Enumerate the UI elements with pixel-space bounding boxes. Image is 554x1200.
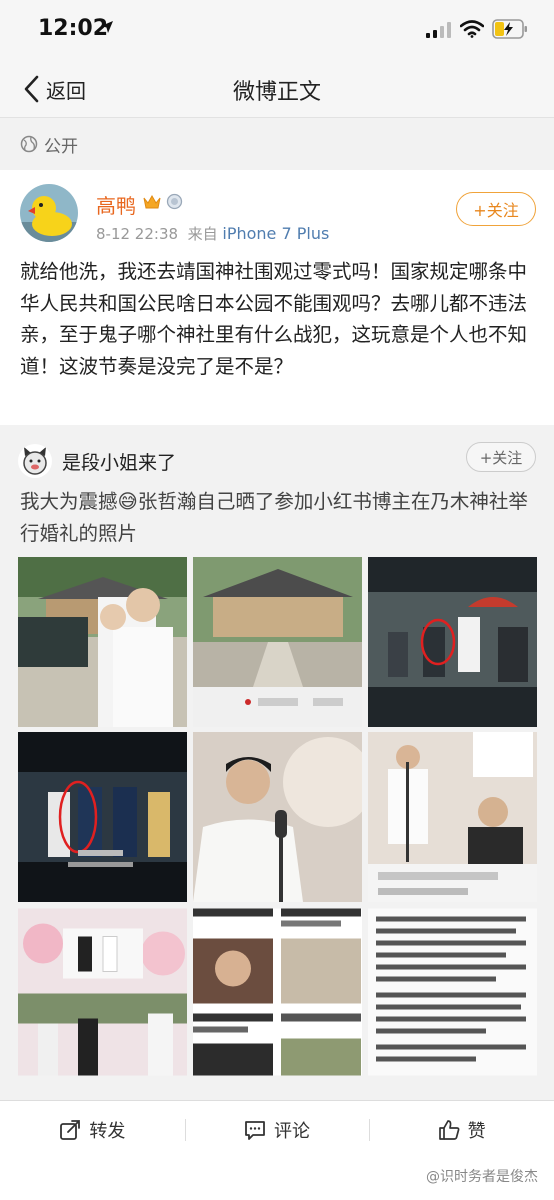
photo-thumbnail[interactable] (18, 732, 187, 902)
globe-icon (20, 135, 38, 153)
back-label: 返回 (46, 78, 86, 103)
post-meta: 8-12 22:38 来自 iPhone 7 Plus (96, 223, 329, 244)
photo-thumbnail[interactable] (193, 907, 362, 1077)
author-name[interactable]: 高鸭 (96, 190, 136, 219)
avatar[interactable] (20, 184, 78, 242)
battery-charging-icon (492, 19, 527, 39)
nav-bar: 返回 微博正文 (0, 60, 554, 118)
back-button[interactable]: 返回 (22, 74, 86, 104)
status-bar: 12:02 (0, 0, 554, 60)
source-prefix: 来自 (187, 225, 218, 243)
action-bar: 转发 评论 赞 (0, 1100, 554, 1158)
wifi-icon (460, 20, 484, 38)
vip-crown-icon (143, 194, 161, 209)
photo-thumbnail[interactable] (18, 557, 187, 727)
main-post: 高鸭 8-12 22:38 来自 iPhone 7 Plus +关注 就给他洗，… (0, 170, 554, 425)
visibility-label: 公开 (44, 136, 78, 157)
photo-thumbnail[interactable] (18, 907, 187, 1077)
repost-button[interactable]: 转发 (0, 1101, 185, 1158)
watermark: @识时务者是俊杰 (426, 1169, 538, 1185)
photo-thumbnail[interactable] (193, 732, 362, 902)
photo-thumbnail[interactable] (368, 557, 537, 727)
status-time: 12:02 (38, 16, 109, 41)
comment-button[interactable]: 评论 (184, 1101, 370, 1158)
reposted-content[interactable]: 是段小姐来了 +关注 我大为震撼😅张哲瀚自己晒了参加小红书博主在乃木神社举行婚礼… (0, 430, 554, 1095)
location-arrow-icon (101, 21, 113, 33)
thumbs-up-icon (438, 1119, 460, 1140)
comment-label: 评论 (274, 1120, 310, 1142)
repost-author-name[interactable]: 是段小姐来了 (62, 448, 176, 475)
share-icon (60, 1119, 81, 1140)
post-time: 8-12 22:38 (96, 225, 179, 243)
like-label: 赞 (467, 1120, 486, 1142)
post-text: 就给他洗，我还去靖国神社围观过零式吗！国家规定哪条中华人民共和国公民啥日本公园不… (20, 260, 528, 378)
repost-text: 我大为震撼😅张哲瀚自己晒了参加小红书博主在乃木神社举行婚礼的照片 (20, 490, 528, 545)
repost-label: 转发 (89, 1120, 126, 1142)
photo-thumbnail[interactable] (193, 557, 362, 727)
repost-avatar[interactable] (18, 444, 52, 478)
photo-grid (18, 557, 538, 1077)
medal-icon (166, 193, 183, 210)
post-source[interactable]: iPhone 7 Plus (222, 224, 329, 243)
visibility-row: 公开 (0, 119, 554, 169)
comment-icon (245, 1120, 265, 1140)
follow-button[interactable]: +关注 (456, 192, 536, 226)
cell-signal-icon (426, 22, 451, 38)
like-button[interactable]: 赞 (369, 1101, 554, 1158)
photo-thumbnail[interactable] (368, 732, 537, 902)
photo-thumbnail[interactable] (368, 907, 537, 1077)
repost-follow-button[interactable]: +关注 (466, 442, 536, 472)
chevron-left-icon (24, 75, 39, 103)
